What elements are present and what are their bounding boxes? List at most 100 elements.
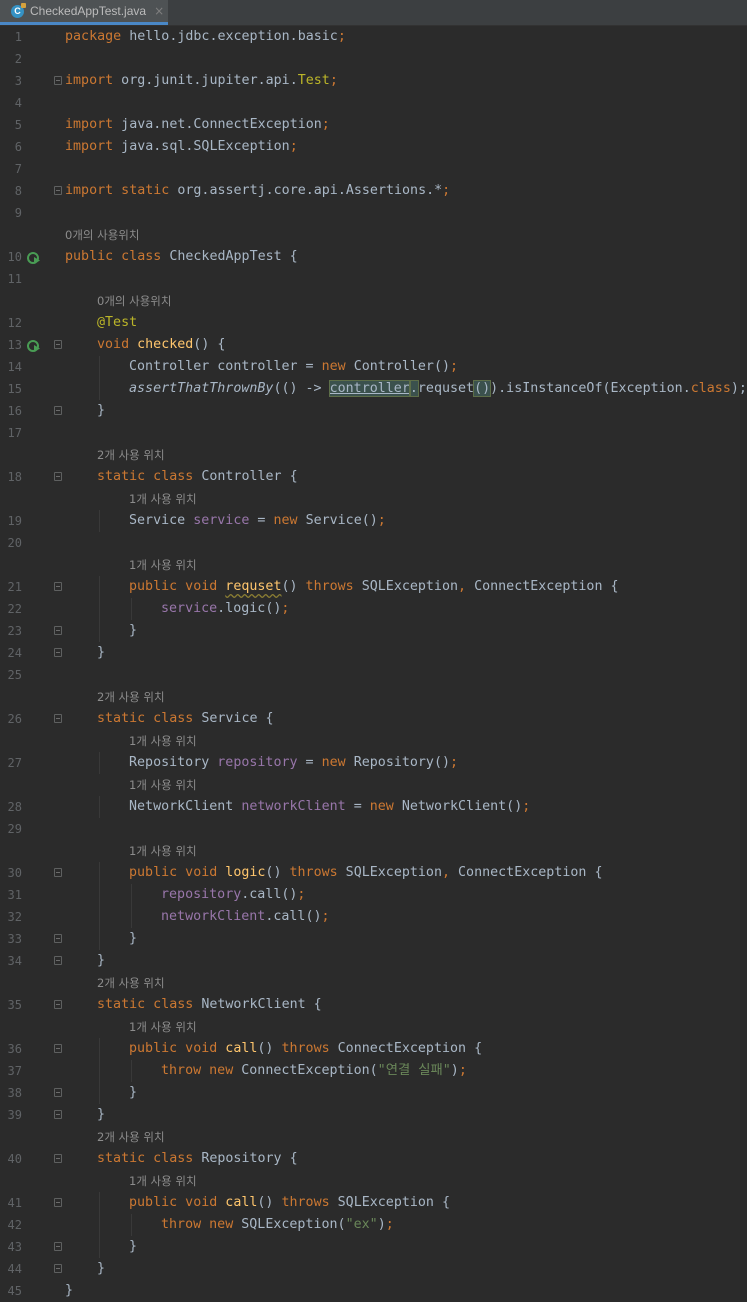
line-number: 39 xyxy=(7,1108,22,1122)
code-text[interactable]: public void call() throws ConnectExcepti… xyxy=(129,1038,482,1060)
code-text[interactable]: } xyxy=(65,1280,73,1302)
code-text[interactable]: } xyxy=(129,928,137,950)
line-number: 16 xyxy=(7,404,22,418)
code-text[interactable]: repository.call(); xyxy=(161,884,305,906)
code-token: } xyxy=(97,953,106,968)
code-text[interactable]: import java.sql.SQLException; xyxy=(65,136,298,158)
code-text[interactable]: static class NetworkClient { xyxy=(97,994,322,1016)
usage-hint[interactable]: 1개 사용 위치 xyxy=(129,840,197,862)
usage-hint[interactable]: 1개 사용 위치 xyxy=(129,730,197,752)
usage-hint[interactable]: 2개 사용 위치 xyxy=(97,686,165,708)
code-text[interactable]: throw new SQLException("ex"); xyxy=(161,1214,394,1236)
code-line: 1 package hello.jdbc.exception.basic; xyxy=(0,26,747,48)
fold-icon[interactable] xyxy=(54,1242,62,1251)
usage-hint[interactable]: 1개 사용 위치 xyxy=(129,1170,197,1192)
code-line: 25 xyxy=(0,664,747,686)
fold-icon[interactable] xyxy=(54,648,62,657)
fold-icon[interactable] xyxy=(54,472,62,481)
code-text[interactable]: Service service = new Service(); xyxy=(129,510,386,532)
code-text[interactable]: Repository repository = new Repository()… xyxy=(129,752,458,774)
code-text[interactable]: import org.junit.jupiter.api.Test; xyxy=(65,70,338,92)
run-test-icon[interactable] xyxy=(27,338,41,352)
code-text[interactable]: } xyxy=(97,642,105,664)
usage-hint[interactable]: 0개의 사용위치 xyxy=(65,224,139,246)
code-text[interactable]: } xyxy=(97,400,105,422)
code-text[interactable]: networkClient.call(); xyxy=(161,906,330,928)
code-token: CheckedAppTest { xyxy=(161,249,298,264)
code-text[interactable]: static class Repository { xyxy=(97,1148,298,1170)
code-token: import xyxy=(65,73,114,88)
fold-icon[interactable] xyxy=(54,714,62,723)
code-text[interactable]: public void requset() throws SQLExceptio… xyxy=(129,576,619,598)
code-token: ; xyxy=(450,359,459,374)
code-token: } xyxy=(129,1239,138,1254)
fold-icon[interactable] xyxy=(54,76,62,85)
code-text[interactable]: import java.net.ConnectException; xyxy=(65,114,330,136)
code-text[interactable]: } xyxy=(97,1104,105,1126)
code-token: requset xyxy=(417,381,475,396)
code-token: ; xyxy=(321,117,330,132)
code-text[interactable]: static class Service { xyxy=(97,708,274,730)
code-text[interactable]: public void call() throws SQLException { xyxy=(129,1192,450,1214)
code-text[interactable]: } xyxy=(97,1258,105,1280)
code-text[interactable]: assertThatThrownBy(() -> controller.requ… xyxy=(129,378,747,400)
usage-hint[interactable]: 1개 사용 위치 xyxy=(129,1016,197,1038)
usage-hint[interactable]: 0개의 사용위치 xyxy=(97,290,171,312)
line-number: 40 xyxy=(7,1152,22,1166)
fold-icon[interactable] xyxy=(54,956,62,965)
code-text[interactable]: import static org.assertj.core.api.Asser… xyxy=(65,180,450,202)
fold-icon[interactable] xyxy=(54,1000,62,1009)
code-line: 9 xyxy=(0,202,747,224)
fold-icon[interactable] xyxy=(54,1088,62,1097)
code-token: * xyxy=(434,183,443,198)
code-text[interactable]: throw new ConnectException("연결 실패"); xyxy=(161,1060,467,1082)
code-token: SQLException { xyxy=(337,1195,450,1210)
fold-icon[interactable] xyxy=(54,1154,62,1163)
code-token: ConnectException { xyxy=(474,579,619,594)
fold-icon[interactable] xyxy=(54,186,62,195)
code-text[interactable]: NetworkClient networkClient = new Networ… xyxy=(129,796,530,818)
code-text[interactable]: static class Controller { xyxy=(97,466,298,488)
fold-icon[interactable] xyxy=(54,934,62,943)
code-line: 7 xyxy=(0,158,747,180)
fold-icon[interactable] xyxy=(54,626,62,635)
line-number: 41 xyxy=(7,1196,22,1210)
code-text[interactable]: } xyxy=(97,950,105,972)
usage-hint[interactable]: 1개 사용 위치 xyxy=(129,774,197,796)
fold-icon[interactable] xyxy=(54,1044,62,1053)
usage-hint[interactable]: 2개 사용 위치 xyxy=(97,1126,165,1148)
code-text[interactable]: package hello.jdbc.exception.basic; xyxy=(65,26,346,48)
usage-hint[interactable]: 2개 사용 위치 xyxy=(97,972,165,994)
fold-icon[interactable] xyxy=(54,1198,62,1207)
fold-icon[interactable] xyxy=(54,1264,62,1273)
fold-icon[interactable] xyxy=(54,406,62,415)
code-text[interactable]: void checked() { xyxy=(97,334,225,356)
code-editor[interactable]: 1 package hello.jdbc.exception.basic; 2 3 im… xyxy=(0,26,747,1302)
fold-icon[interactable] xyxy=(54,868,62,877)
fold-icon[interactable] xyxy=(54,582,62,591)
fold-icon[interactable] xyxy=(54,340,62,349)
code-line: 17 xyxy=(0,422,747,444)
code-text[interactable]: } xyxy=(129,1236,137,1258)
code-token: ) xyxy=(377,1217,386,1232)
run-test-icon[interactable] xyxy=(27,250,41,264)
usage-hint[interactable]: 2개 사용 위치 xyxy=(97,444,165,466)
close-icon[interactable]: × xyxy=(154,4,164,18)
code-token: ConnectException { xyxy=(337,1041,483,1056)
code-text[interactable]: public class CheckedAppTest { xyxy=(65,246,298,268)
usage-hint[interactable]: 1개 사용 위치 xyxy=(129,488,197,510)
tab-checkedapptest[interactable]: C CheckedAppTest.java × xyxy=(0,0,168,25)
code-token: } xyxy=(97,1261,106,1276)
code-token: .call() xyxy=(241,887,298,902)
code-text[interactable]: service.logic(); xyxy=(161,598,289,620)
code-text[interactable]: public void logic() throws SQLException,… xyxy=(129,862,602,884)
usage-hint[interactable]: 1개 사용 위치 xyxy=(129,554,197,576)
code-line: 6 import java.sql.SQLException; xyxy=(0,136,747,158)
line-number: 9 xyxy=(14,206,22,220)
code-text[interactable]: @Test xyxy=(97,312,137,334)
fold-icon[interactable] xyxy=(54,1110,62,1119)
code-text[interactable]: Controller controller = new Controller()… xyxy=(129,356,458,378)
code-text[interactable]: } xyxy=(129,620,137,642)
code-text[interactable]: } xyxy=(129,1082,137,1104)
indent-guide xyxy=(99,862,100,884)
